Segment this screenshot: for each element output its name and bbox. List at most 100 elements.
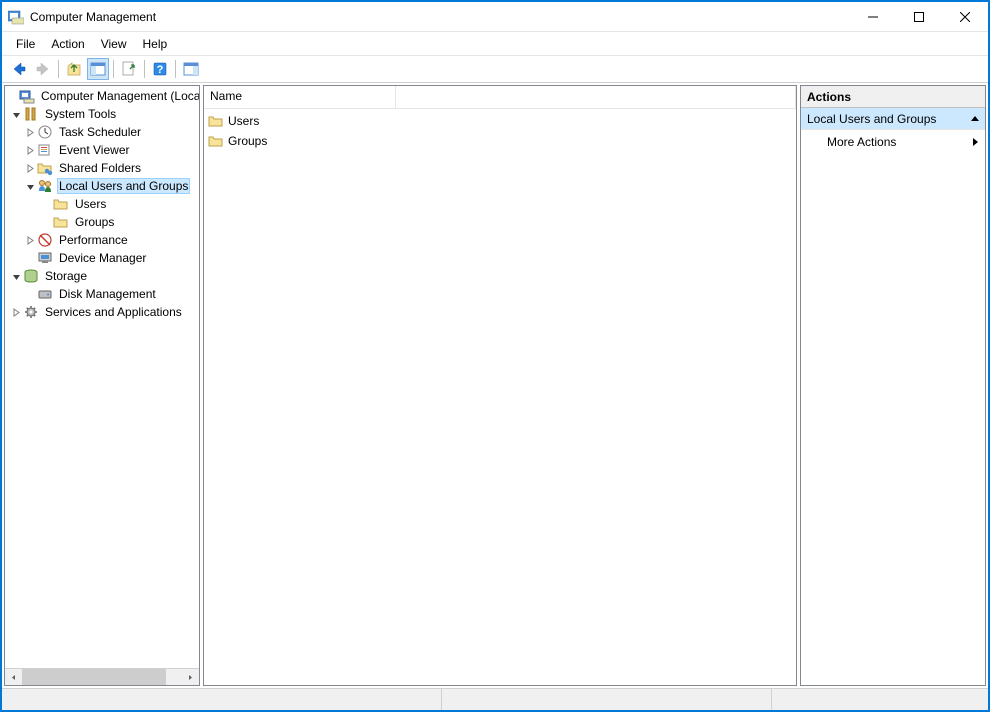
tree-event-viewer[interactable]: Event Viewer [5,141,199,159]
up-button[interactable] [63,58,85,80]
event-viewer-icon [37,142,53,158]
collapsed-twisty-icon[interactable] [23,123,37,141]
status-cell [2,689,442,710]
collapsed-twisty-icon[interactable] [23,141,37,159]
menu-help[interactable]: Help [135,32,176,56]
forward-button[interactable] [32,58,54,80]
tree-label: Task Scheduler [57,125,143,139]
svg-text:?: ? [157,64,164,76]
list-item-users[interactable]: Users [204,111,796,131]
list-item-label: Groups [228,134,267,148]
statusbar [2,688,988,710]
users-groups-icon [37,178,53,194]
minimize-button[interactable] [850,2,896,32]
actions-section-label: Local Users and Groups [807,112,936,126]
maximize-button[interactable] [896,2,942,32]
scroll-right-button[interactable] [182,669,199,686]
tree-label: Disk Management [57,287,158,301]
show-hide-action-pane-button[interactable] [180,58,202,80]
tree-storage[interactable]: Storage [5,267,199,285]
tree-label: Performance [57,233,130,247]
disk-icon [37,286,53,302]
folder-icon [208,133,224,149]
menu-view[interactable]: View [93,32,135,56]
tree-label: Services and Applications [43,305,184,319]
tree-device-manager[interactable]: Device Manager [5,249,199,267]
tree-label: Local Users and Groups [57,178,190,194]
tree-label: Users [73,197,108,211]
storage-icon [23,268,39,284]
collapse-arrow-icon [971,112,979,126]
scroll-track[interactable] [22,669,182,686]
list-item-label: Users [228,114,259,128]
actions-panel: Actions Local Users and Groups More Acti… [800,85,986,686]
show-hide-tree-button[interactable] [87,58,109,80]
column-blank[interactable] [396,86,796,108]
collapsed-twisty-icon[interactable] [23,159,37,177]
column-name[interactable]: Name [204,86,396,108]
tree-label: Shared Folders [57,161,143,175]
menu-file[interactable]: File [8,32,43,56]
toolbar-separator [58,60,59,78]
toolbar-separator [144,60,145,78]
scroll-left-button[interactable] [5,669,22,686]
status-cell [442,689,772,710]
expanded-twisty-icon[interactable] [9,267,23,285]
menu-action[interactable]: Action [43,32,92,56]
blank-twisty [5,87,19,105]
computer-management-icon [19,88,35,104]
horizontal-scrollbar[interactable] [5,668,199,685]
collapsed-twisty-icon[interactable] [9,303,23,321]
tree-shared-folders[interactable]: Shared Folders [5,159,199,177]
tree-task-scheduler[interactable]: Task Scheduler [5,123,199,141]
expanded-twisty-icon[interactable] [9,105,23,123]
list-body[interactable]: Users Groups [204,109,796,153]
tree-label: Device Manager [57,251,148,265]
tree-label: Event Viewer [57,143,131,157]
folder-icon [53,196,69,212]
toolbar-separator [113,60,114,78]
status-cell [772,689,988,710]
expanded-twisty-icon[interactable] [23,177,37,195]
performance-icon [37,232,53,248]
tree-performance[interactable]: Performance [5,231,199,249]
navigation-tree[interactable]: Computer Management (Local System Tools … [5,86,199,668]
tree-local-users-groups[interactable]: Local Users and Groups [5,177,199,195]
tree-root[interactable]: Computer Management (Local [5,87,199,105]
titlebar: Computer Management [2,2,988,32]
tree-label: Computer Management (Local [39,89,199,103]
app-icon [8,9,24,25]
menubar: File Action View Help [2,32,988,56]
close-button[interactable] [942,2,988,32]
actions-section-header[interactable]: Local Users and Groups [801,108,985,130]
submenu-arrow-icon [973,135,979,149]
main-content: Computer Management (Local System Tools … [2,83,988,688]
window-title: Computer Management [30,10,850,24]
tree-groups[interactable]: Groups [5,213,199,231]
actions-header: Actions [801,86,985,108]
toolbar: ? [2,56,988,83]
back-button[interactable] [8,58,30,80]
scroll-thumb[interactable] [22,669,166,686]
details-panel: Name Users Groups [203,85,797,686]
tree-users[interactable]: Users [5,195,199,213]
tree-services-apps[interactable]: Services and Applications [5,303,199,321]
collapsed-twisty-icon[interactable] [23,231,37,249]
action-more[interactable]: More Actions [801,130,985,154]
tree-label: Groups [73,215,116,229]
services-icon [23,304,39,320]
tree-label: System Tools [43,107,118,121]
toolbar-separator [175,60,176,78]
folder-icon [208,113,224,129]
help-button[interactable]: ? [149,58,171,80]
tree-disk-management[interactable]: Disk Management [5,285,199,303]
device-manager-icon [37,250,53,266]
action-label: More Actions [827,135,896,149]
clock-icon [37,124,53,140]
list-header: Name [204,86,796,109]
list-item-groups[interactable]: Groups [204,131,796,151]
export-list-button[interactable] [118,58,140,80]
tree-panel: Computer Management (Local System Tools … [4,85,200,686]
window-controls [850,2,988,32]
tree-system-tools[interactable]: System Tools [5,105,199,123]
